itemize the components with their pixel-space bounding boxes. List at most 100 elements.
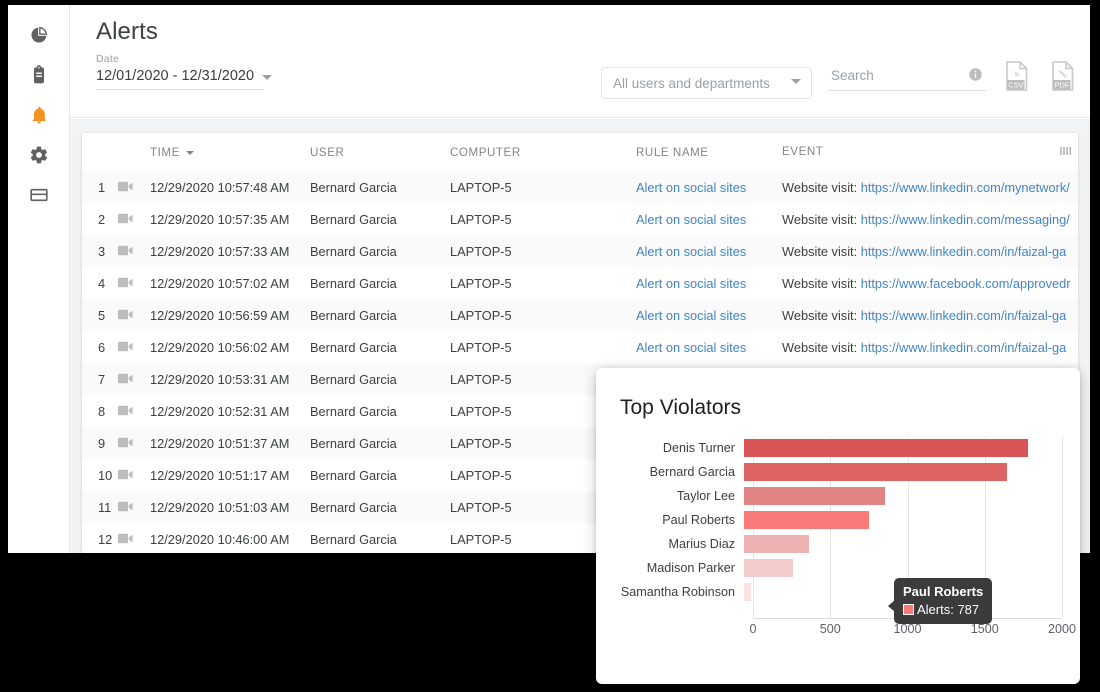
pdf-export-icon[interactable]: PDF [1050,61,1076,96]
search-box[interactable] [829,67,986,91]
chart-bar[interactable] [744,439,1028,457]
date-range-picker[interactable]: Date 12/01/2020 - 12/31/2020 [96,53,273,90]
column-header-computer[interactable]: COMPUTER [450,133,636,171]
chart-bar[interactable] [744,511,870,529]
chart-bar-row[interactable]: Madison Parker [620,556,1062,580]
cell-user: Bernard Garcia [310,275,397,291]
chart-bar[interactable] [744,559,793,577]
chevron-down-icon [262,75,273,80]
page-header: Alerts Date 12/01/2020 - 12/31/2020 All … [70,5,1090,118]
chart-bar-row[interactable]: Taylor Lee [620,484,1062,508]
page-title: Alerts [96,18,158,45]
table-row[interactable]: 3 12/29/2020 10:57:33 AM Bernard Garcia LAP… [82,235,1078,267]
pie-chart-icon [29,25,49,45]
cell-time: 12/29/2020 10:52:31 AM [150,403,290,419]
sidebar-item-billing[interactable] [8,175,70,215]
video-icon[interactable] [118,523,150,553]
column-header-user[interactable]: USER [310,133,450,171]
cell-rule-name[interactable]: Alert on social sites [636,203,782,235]
column-header-time[interactable]: TIME [150,133,310,171]
sidebar-item-settings[interactable] [8,135,70,175]
video-icon[interactable] [118,235,150,267]
rule-name-link[interactable]: Alert on social sites [636,244,746,259]
video-icon[interactable] [118,363,150,395]
chart-bar[interactable] [744,463,1008,481]
rule-name-link[interactable]: Alert on social sites [636,276,746,291]
cell-user: Bernard Garcia [310,363,450,395]
cell-user: Bernard Garcia [310,467,397,483]
event-prefix: Website visit: [782,275,861,291]
column-header-video [118,133,150,171]
department-filter-select[interactable]: All users and departments [601,67,812,99]
table-row[interactable]: 5 12/29/2020 10:56:59 AM Bernard Garcia LAP… [82,299,1078,331]
csv-export-icon[interactable]: CSV [1004,61,1030,96]
video-icon[interactable] [118,395,150,427]
sidebar-item-alerts[interactable] [8,95,70,135]
table-row[interactable]: 6 12/29/2020 10:56:02 AM Bernard Garcia LAP… [82,331,1078,363]
table-row[interactable]: 2 12/29/2020 10:57:35 AM Bernard Garcia LAP… [82,203,1078,235]
cell-rule-name[interactable]: Alert on social sites [636,299,782,331]
event-prefix: Website visit: [782,179,861,195]
video-icon[interactable] [118,299,150,331]
sort-descending-icon [185,150,194,155]
sidebar-item-reports[interactable] [8,55,70,95]
video-icon[interactable] [118,331,150,363]
cell-rule-name[interactable]: Alert on social sites [636,235,782,267]
chart-category-label: Madison Parker [646,561,735,575]
cell-computer: LAPTOP-5 [450,299,636,331]
rule-name-link[interactable]: Alert on social sites [636,308,746,323]
cell-time: 12/29/2020 10:57:02 AM [150,275,290,291]
cell-rule-name[interactable]: Alert on social sites [636,267,782,299]
cell-event[interactable]: Website visit: https://www.linkedin.com/… [782,171,1078,203]
search-input[interactable] [829,67,953,84]
chart-category-label: Marius Diaz [668,537,735,551]
cell-user: Bernard Garcia [310,531,397,547]
chart-bar[interactable] [744,535,809,553]
chart-bar-row[interactable]: Bernard Garcia [620,460,1062,484]
sidebar-item-dashboard[interactable] [8,15,70,55]
column-header-rule[interactable]: RULE NAME [636,133,782,171]
event-url-link[interactable]: https://www.linkedin.com/messaging/ [861,212,1070,227]
info-icon[interactable] [968,67,983,87]
rule-name-link[interactable]: Alert on social sites [636,212,746,227]
video-icon[interactable] [118,267,150,299]
cell-event[interactable]: Website visit: https://www.linkedin.com/… [782,299,1078,331]
video-icon[interactable] [118,203,150,235]
rule-name-link[interactable]: Alert on social sites [636,180,746,195]
rule-name-link[interactable]: Alert on social sites [636,340,746,355]
cell-rule-name[interactable]: Alert on social sites [636,171,782,203]
event-url-link[interactable]: https://www.linkedin.com/in/faizal-ga [861,308,1067,323]
cell-event[interactable]: Website visit: https://www.facebook.com/… [782,267,1078,299]
chart-bar-row[interactable]: Paul Roberts [620,508,1062,532]
event-url-link[interactable]: https://www.linkedin.com/in/faizal-ga [861,340,1067,355]
row-index: 10 [98,467,113,483]
event-url-link[interactable]: https://www.linkedin.com/mynetwork/ [861,180,1070,195]
chart-bar-row[interactable]: Marius Diaz [620,532,1062,556]
tooltip-value-row: Alerts: 787 [903,602,983,617]
tooltip-color-swatch [903,604,914,615]
column-settings-icon[interactable] [1060,145,1072,160]
chart-bar[interactable] [744,583,752,601]
video-icon[interactable] [118,459,150,491]
column-header-event[interactable]: EVENT [782,133,1078,171]
event-url-link[interactable]: https://www.linkedin.com/in/faizal-ga [861,244,1067,259]
event-url-link[interactable]: https://www.facebook.com/approvedr [861,276,1071,291]
chart-bar[interactable] [744,487,886,505]
cell-rule-name[interactable]: Alert on social sites [636,331,782,363]
chart-bar-row[interactable]: Samantha Robinson [620,580,1062,604]
table-row[interactable]: 4 12/29/2020 10:57:02 AM Bernard Garcia LAP… [82,267,1078,299]
cell-event[interactable]: Website visit: https://www.linkedin.com/… [782,331,1078,363]
tooltip-value: Alerts: 787 [917,602,980,617]
chart-bar-row[interactable]: Denis Turner [620,436,1062,460]
date-range-value: 12/01/2020 - 12/31/2020 [96,68,255,84]
video-icon[interactable] [118,427,150,459]
video-icon[interactable] [118,171,150,203]
cell-event[interactable]: Website visit: https://www.linkedin.com/… [782,203,1078,235]
row-index: 2 [98,211,106,227]
cell-event[interactable]: Website visit: https://www.linkedin.com/… [782,235,1078,267]
chart-tick-label: 500 [819,622,841,636]
date-value-row[interactable]: 12/01/2020 - 12/31/2020 [96,68,273,90]
video-icon[interactable] [118,491,150,523]
cell-time: 12/29/2020 10:53:31 AM [150,363,310,395]
table-row[interactable]: 1 12/29/2020 10:57:48 AM Bernard Garcia LAP… [82,171,1078,203]
